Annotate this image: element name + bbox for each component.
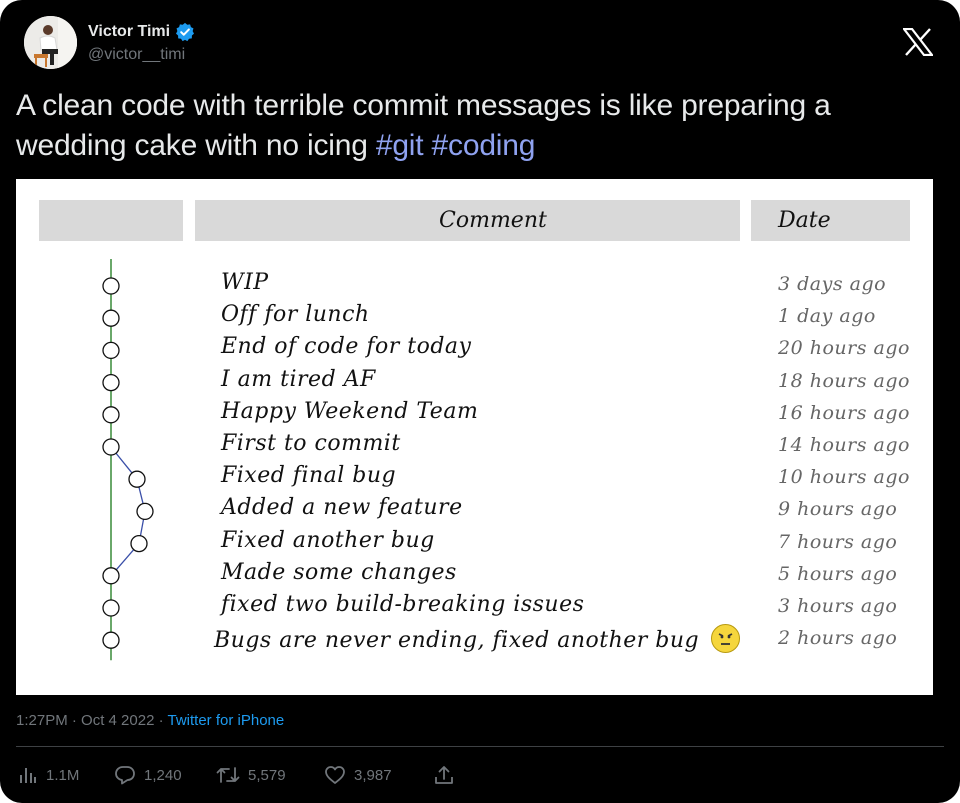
commit-message: Added a new feature [221,495,463,521]
commit-message: I am tired AF [221,366,376,392]
hashtag-coding[interactable]: #coding [432,129,536,162]
commit-message: Happy Weekend Team [221,398,479,424]
profile-photo-icon [24,16,77,69]
commit-message: Off for lunch [221,302,370,328]
commit-node [102,341,120,360]
commit-message: Fixed final bug [221,463,397,489]
reply-count: 1,240 [144,766,182,784]
commit-date: 10 hours ago [778,466,910,489]
commit-node [102,567,120,585]
commit-message: Bugs are never ending, fixed another bug [214,624,740,654]
reply-button[interactable]: 1,240 [114,760,182,790]
commit-node [128,470,146,488]
reply-icon [115,766,135,785]
commit-date: 20 hours ago [778,337,910,360]
tweet-body: A clean code with terrible commit messag… [16,89,831,162]
commit-date: 7 hours ago [778,530,898,553]
author-handle[interactable]: @victor__timi [88,46,185,64]
tweet-date[interactable]: Oct 4 2022 [81,712,154,729]
retweet-icon [216,767,240,783]
views-count: 1.1M [46,766,80,784]
views-chart-icon [20,768,36,783]
x-logo-icon[interactable] [903,28,933,56]
commit-date: 5 hours ago [778,562,898,585]
commit-node [102,438,120,456]
tweet-text: A clean code with terrible commit messag… [16,86,946,166]
commit-node [102,309,120,327]
commit-date: 16 hours ago [778,401,910,424]
share-button[interactable] [434,760,454,790]
avatar[interactable] [24,16,77,69]
heart-icon [325,766,345,784]
tweet-time[interactable]: 1:27PM [16,712,68,729]
tweet-image[interactable]: Comment Date WIP 3 days ago Off for lunch 1… [16,179,933,695]
views-button[interactable]: 1.1M [18,760,79,790]
author-name[interactable]: Victor Timi [88,23,170,41]
commit-message: fixed two build-breaking issues [221,592,585,617]
commit-date: 2 hours ago [778,627,898,650]
commit-message: Made some changes [221,559,457,585]
commit-date: 3 days ago [778,273,887,295]
commit-node [102,277,120,295]
commit-date: 1 day ago [778,305,876,328]
tweet-source-link[interactable]: Twitter for iPhone [168,712,285,729]
retweet-button[interactable]: 5,579 [216,760,286,790]
commit-message: End of code for today [221,334,472,360]
commit-message: Fixed another bug [221,527,435,553]
author-name-row[interactable]: Victor Timi [88,22,195,42]
commit-node [102,406,120,424]
commit-date: 14 hours ago [778,434,910,456]
commit-message: WIP [221,270,269,295]
commit-date: 9 hours ago [778,498,898,521]
commit-node [102,373,120,392]
tweet-card: Victor Timi @victor__timi A clean code w… [0,0,960,803]
commit-date: 18 hours ago [778,369,910,392]
tweet-meta: 1:27PM · Oct 4 2022 · Twitter for iPhone [16,712,285,729]
like-count: 3,987 [354,766,392,784]
like-button[interactable]: 3,987 [324,760,392,790]
share-icon [435,766,453,784]
retweet-count: 5,579 [248,766,286,784]
commit-node [102,631,120,649]
commit-node [102,599,120,617]
verified-badge-icon [176,22,195,42]
angry-face-emoji-icon [710,624,740,654]
commit-node [130,534,148,553]
divider [16,746,944,747]
hashtag-git[interactable]: #git [376,129,424,162]
commit-message: First to commit [221,431,401,456]
commit-node [136,502,154,521]
commit-date: 3 hours ago [778,595,898,617]
